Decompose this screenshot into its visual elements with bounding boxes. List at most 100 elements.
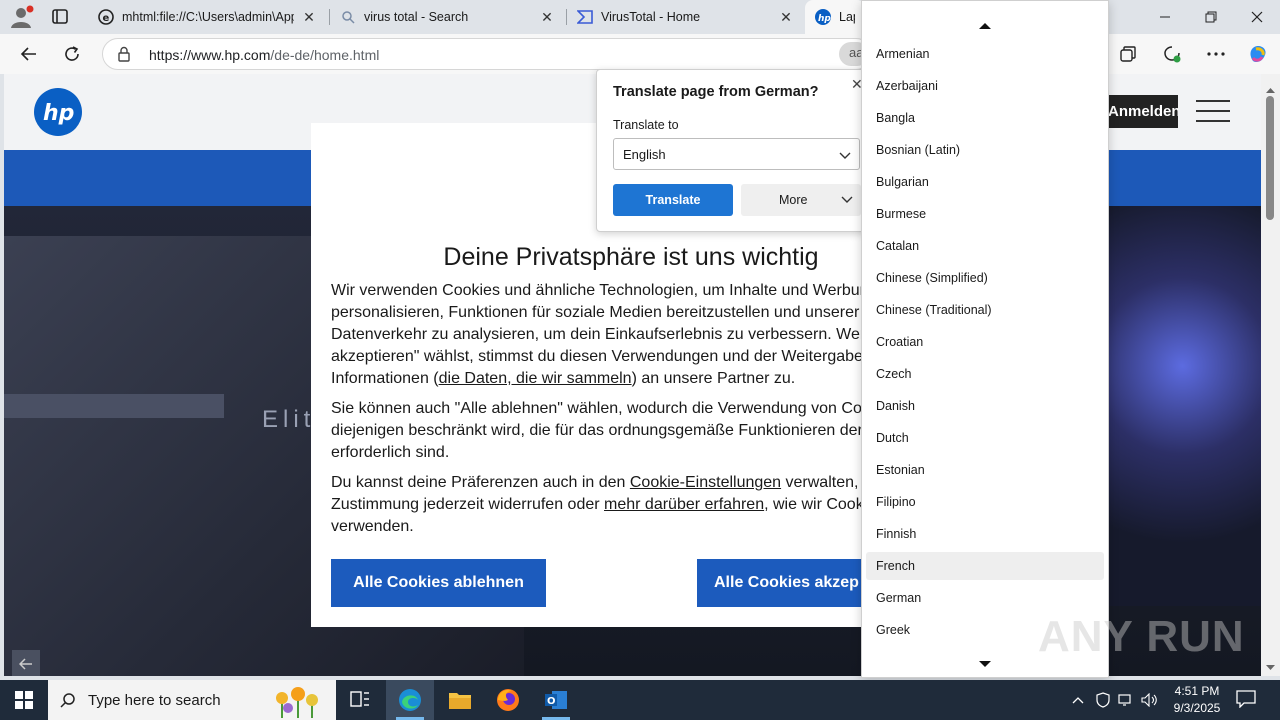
language-option[interactable]: Estonian — [866, 456, 1104, 484]
selected-language: English — [623, 147, 666, 162]
notification-icon[interactable] — [1236, 690, 1256, 713]
language-option[interactable]: Filipino — [866, 488, 1104, 516]
hp-logo-icon[interactable]: hp — [34, 88, 82, 136]
translate-to-label: Translate to — [613, 118, 679, 132]
search-placeholder: Type here to search — [88, 692, 221, 709]
task-view-icon[interactable] — [336, 680, 384, 720]
search-icon — [60, 692, 76, 713]
network-icon[interactable] — [1116, 690, 1136, 710]
cookie-text: diejenigen beschränkt wird, die für das … — [331, 422, 863, 439]
language-option[interactable]: Bulgarian — [866, 168, 1104, 196]
refresh-icon[interactable] — [57, 40, 87, 68]
hp-icon: hp — [815, 9, 831, 25]
language-option[interactable]: French — [866, 552, 1104, 580]
language-option[interactable]: Bosnian (Latin) — [866, 136, 1104, 164]
cookie-text: akzeptieren" wählst, stimmst du diesen V… — [331, 348, 863, 365]
close-icon[interactable]: ✕ — [300, 8, 318, 26]
collections-icon[interactable] — [1113, 40, 1143, 68]
cookie-settings-link[interactable]: Cookie-Einstellungen — [630, 474, 781, 491]
learn-more-link[interactable]: mehr darüber erfahren — [604, 496, 764, 513]
language-option[interactable]: Bangla — [866, 104, 1104, 132]
outlook-icon[interactable]: O — [532, 680, 580, 720]
cookie-text: Datenverkehr zu analysieren, um dein Ein… — [331, 326, 869, 343]
lock-icon[interactable] — [117, 46, 131, 67]
clock-time: 4:51 PM — [1174, 684, 1220, 698]
tab-title: mhtml:file://C:\Users\admin\AppD — [122, 10, 294, 24]
language-option[interactable]: Chinese (Simplified) — [866, 264, 1104, 292]
close-icon[interactable]: ✕ — [777, 8, 795, 26]
security-icon[interactable] — [1093, 690, 1113, 710]
cookie-text: Zustimmung jederzeit widerrufen oder meh… — [331, 496, 864, 513]
tab-title: virus total - Search — [364, 10, 469, 24]
carousel-prev-icon[interactable] — [12, 650, 40, 676]
restore-icon[interactable] — [1188, 0, 1234, 34]
volume-icon[interactable] — [1140, 690, 1160, 710]
svg-text:e: e — [103, 13, 110, 24]
svg-text:O: O — [547, 696, 556, 707]
language-option[interactable]: Dutch — [866, 424, 1104, 452]
svg-text:hp: hp — [818, 14, 831, 24]
search-icon — [340, 9, 356, 25]
accept-all-cookies-button[interactable]: Alle Cookies akzep — [697, 559, 871, 607]
flowers-icon — [268, 682, 328, 720]
cookie-text: personalisieren, Funktionen für soziale … — [331, 304, 860, 321]
translate-button[interactable]: Translate — [613, 184, 733, 216]
language-option[interactable]: Azerbaijani — [866, 72, 1104, 100]
language-dropdown-list: Armenian Azerbaijani Bangla Bosnian (Latin)… — [861, 0, 1109, 678]
language-option[interactable]: German — [866, 584, 1104, 612]
close-icon[interactable]: ✕ — [538, 8, 556, 26]
language-option[interactable]: Burmese — [866, 200, 1104, 228]
language-option[interactable]: Danish — [866, 392, 1104, 420]
language-option[interactable]: Armenian — [866, 40, 1104, 68]
reject-all-cookies-button[interactable]: Alle Cookies ablehnen — [331, 559, 546, 607]
file-explorer-icon[interactable] — [436, 680, 484, 720]
tab-hp-active[interactable]: hp Lapt — [805, 0, 865, 34]
firefox-icon[interactable] — [484, 680, 532, 720]
language-option[interactable]: Finnish — [866, 520, 1104, 548]
clock-date: 9/3/2025 — [1173, 701, 1221, 715]
data-collected-link[interactable]: die Daten, die wir sammeln — [439, 370, 632, 387]
url-host: https://www.hp.com — [149, 47, 271, 63]
translate-popup: Translate page from German? ✕ Translate … — [596, 69, 868, 232]
more-button[interactable]: More — [741, 184, 861, 216]
scrollbar-thumb[interactable] — [1266, 96, 1274, 220]
profile-icon[interactable] — [8, 4, 36, 30]
language-option[interactable]: Chinese (Traditional) — [866, 296, 1104, 324]
scroll-up-icon[interactable] — [979, 17, 991, 35]
language-option[interactable]: Czech — [866, 360, 1104, 388]
chevron-down-icon — [841, 193, 853, 207]
more-label: More — [779, 193, 808, 207]
tab-actions-icon[interactable] — [48, 6, 72, 28]
language-option[interactable]: Catalan — [866, 232, 1104, 260]
url-path: /de-de/home.html — [270, 47, 380, 63]
back-icon[interactable] — [13, 40, 43, 68]
url-field[interactable]: https://www.hp.com/de-de/home.html aa — [102, 38, 872, 70]
taskbar-search-box[interactable]: Type here to search — [48, 680, 336, 720]
show-hidden-icons-chevron[interactable] — [1068, 690, 1088, 710]
copilot-icon[interactable] — [1243, 40, 1273, 68]
cookie-text: verwenden. — [331, 518, 414, 535]
scroll-down-icon[interactable] — [979, 655, 991, 673]
virustotal-icon — [577, 9, 593, 25]
close-window-icon[interactable] — [1234, 0, 1280, 34]
translate-title: Translate page from German? — [613, 84, 819, 100]
edge-file-icon: e — [98, 9, 114, 25]
url-text: https://www.hp.com/de-de/home.html — [149, 47, 379, 63]
system-clock[interactable]: 4:51 PM 9/3/2025 — [1162, 683, 1232, 717]
hamburger-menu-icon[interactable] — [1196, 100, 1230, 124]
more-options-icon[interactable] — [1201, 40, 1231, 68]
tab-mhtml[interactable]: e mhtml:file://C:\Users\admin\AppD ✕ — [88, 0, 328, 34]
page-scrollbar[interactable] — [1261, 74, 1280, 676]
browser-essentials-icon[interactable] — [1157, 40, 1187, 68]
windows-start-icon[interactable] — [0, 680, 48, 720]
laptop-brand-text: Elit — [262, 406, 316, 433]
language-option[interactable]: Croatian — [866, 328, 1104, 356]
chevron-down-icon — [839, 148, 851, 163]
tab-virus-total-search[interactable]: virus total - Search ✕ — [330, 0, 566, 34]
target-language-select[interactable]: English — [613, 138, 860, 170]
taskbar: Type here to search O 4:51 PM 9/3/2025 — [0, 680, 1280, 720]
minimize-icon[interactable] — [1142, 0, 1188, 34]
edge-taskbar-icon[interactable] — [386, 680, 434, 720]
scroll-down-icon[interactable] — [1266, 658, 1275, 676]
tab-virustotal-home[interactable]: VirusTotal - Home ✕ — [567, 0, 805, 34]
